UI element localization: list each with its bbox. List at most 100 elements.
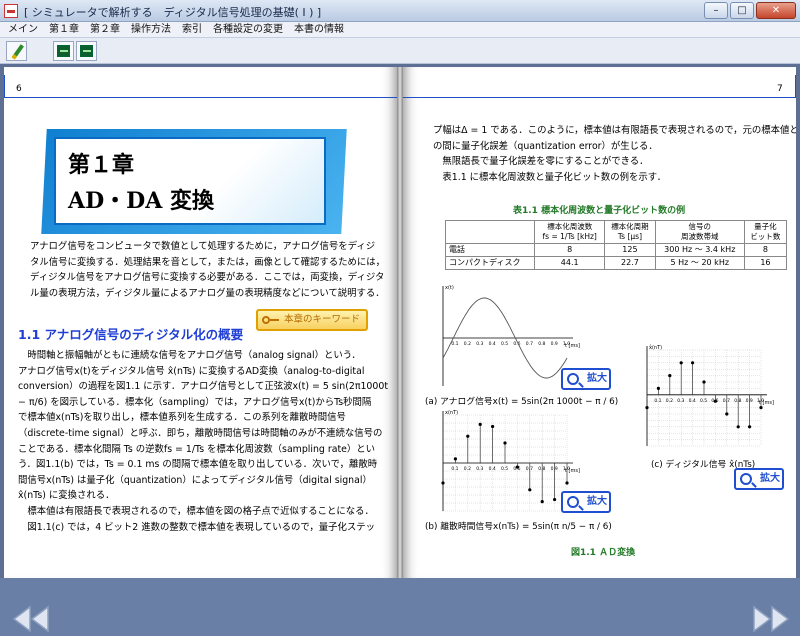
prev-page-button[interactable] (10, 605, 54, 633)
data-point (441, 481, 445, 485)
page-rule (403, 97, 796, 98)
chip-icon (57, 45, 70, 57)
zoom-button-c[interactable]: 拡大 (734, 468, 784, 490)
pen-icon (12, 44, 24, 59)
simulator-button-1[interactable] (53, 41, 74, 61)
table-row: 電話 8 125 300 Hz 〜 3.4 kHz 8 (444, 243, 788, 257)
x-tick-label: 0.9 (551, 341, 558, 347)
page-rule (4, 97, 397, 98)
data-point (702, 380, 706, 384)
data-point (713, 399, 717, 403)
x-tick-label: 0.8 (538, 341, 545, 347)
data-point (503, 441, 507, 445)
x-tick-label: 0.1 (654, 398, 661, 404)
magnifier-icon (567, 496, 579, 508)
x-tick-label: 0.3 (476, 341, 483, 347)
data-point (679, 361, 683, 365)
x-tick-label: 0.5 (501, 466, 508, 472)
caption-b: (b) 離散時間信号x(nTs) = 5sin(π n/5 − π / 6) (425, 522, 612, 532)
body-paragraph: 時間軸と振幅軸がともに連続な信号をアナログ信号（analog signal）とい… (18, 350, 388, 533)
data-point (759, 406, 763, 410)
page-marker (795, 75, 796, 97)
data-point (491, 424, 495, 429)
x-tick-label: 0.9 (551, 466, 558, 472)
x-tick-label: 0.3 (677, 398, 684, 404)
menu-settings[interactable]: 各種設定の変更 (213, 22, 283, 37)
page-marker (4, 75, 5, 97)
data-point (528, 488, 532, 492)
x-tick-label: 0.9 (746, 398, 753, 404)
chapter-keywords-button[interactable]: 本章のキーワード (256, 309, 368, 331)
data-point (553, 497, 557, 502)
data-point (565, 481, 569, 485)
close-button[interactable]: ✕ (756, 2, 796, 19)
chapter-number: 第１章 (68, 152, 135, 178)
menu-bar: メイン 第１章 第２章 操作方法 索引 各種設定の変更 本書の情報 (0, 22, 800, 38)
menu-operation[interactable]: 操作方法 (131, 22, 171, 37)
x-tick-label: 1.0 (563, 466, 570, 472)
minimize-button[interactable]: – (704, 2, 728, 19)
x-tick-label: 0.4 (489, 466, 496, 472)
data-point (645, 406, 649, 410)
table-row: コンパクトディスク 44.1 22.7 5 Hz 〜 20 kHz 16 (444, 256, 788, 270)
double-arrow-left-icon (12, 605, 49, 633)
menu-main[interactable]: メイン (8, 22, 38, 37)
caption-a: (a) アナログ信号x(t) = 5sin(2π 1000t − π / 6) (425, 397, 619, 407)
app-icon (4, 4, 18, 18)
zoom-button-a[interactable]: 拡大 (561, 368, 611, 390)
chapter-banner: 第１章 AD・DA 変換 (54, 137, 326, 225)
magnifier-icon (740, 473, 752, 485)
data-point (748, 425, 752, 429)
x-tick-label: 0.1 (451, 466, 458, 472)
pen-tool-button[interactable] (6, 41, 27, 61)
x-tick-label: 0.2 (464, 466, 471, 472)
chapter-title: AD・DA 変換 (68, 188, 214, 214)
x-tick-label: 0.2 (464, 341, 471, 347)
window-title: [ シミュレータで解析する ディジタル信号処理の基礎( I ) ] (24, 6, 322, 19)
x-tick-label: 0.3 (476, 466, 483, 472)
data-point (515, 465, 519, 469)
chip-icon (80, 45, 93, 57)
toolbar (0, 38, 800, 64)
y-axis-label: x(t) (445, 285, 454, 291)
table-caption: 表1.1 標本化周波数と量子化ビット数の例 (513, 206, 686, 216)
caption-c: (c) ディジタル信号 x̂(nTs) (651, 460, 756, 470)
data-point (478, 422, 482, 426)
menu-book-info[interactable]: 本書の情報 (294, 22, 344, 37)
data-point (453, 457, 457, 461)
title-bar: [ シミュレータで解析する ディジタル信号処理の基礎( I ) ] – □ ✕ (0, 0, 800, 22)
double-arrow-right-icon (753, 605, 790, 633)
x-tick-label: 0.7 (526, 466, 533, 472)
x-tick-label: 1.0 (757, 398, 764, 404)
zoom-button-b[interactable]: 拡大 (561, 491, 611, 513)
intro-paragraph: アナログ信号をコンピュータで数値として処理するために，アナログ信号をディジ タル… (30, 241, 386, 299)
data-point (691, 361, 695, 365)
y-axis-label: x̂(nT) (649, 345, 662, 351)
x-tick-label: 1.0 (563, 341, 570, 347)
data-point (466, 434, 470, 438)
x-tick-label: 0.2 (666, 398, 673, 404)
figure-title: 図1.1 ＡＤ変換 (571, 548, 636, 558)
menu-chapter-2[interactable]: 第２章 (90, 22, 120, 37)
page-number: 7 (777, 84, 783, 94)
section-heading: 1.1 アナログ信号のディジタル化の概要 (18, 327, 244, 342)
data-point (540, 500, 544, 504)
menu-chapter-1[interactable]: 第１章 (49, 22, 79, 37)
page-number: 6 (16, 84, 22, 94)
spec-table: 標本化周波数 fs = 1/Ts [kHz] 標本化周期 Ts [μs] 信号の… (444, 220, 788, 270)
x-tick-label: 0.7 (526, 341, 533, 347)
next-page-button[interactable] (748, 605, 792, 633)
maximize-button[interactable]: □ (730, 2, 754, 19)
x-tick-label: 0.7 (723, 398, 730, 404)
data-point (668, 374, 672, 378)
x-tick-label: 0.8 (734, 398, 741, 404)
simulator-button-2[interactable] (76, 41, 97, 61)
x-tick-label: 0.4 (689, 398, 696, 404)
key-icon (262, 316, 279, 324)
x-tick-label: 0.5 (700, 398, 707, 404)
data-point (656, 386, 660, 390)
x-tick-label: 0.1 (451, 341, 458, 347)
y-axis-label: x(nT) (445, 410, 458, 416)
menu-index[interactable]: 索引 (182, 22, 202, 37)
digital-signal-chart: x̂(nT)t [ms]0.10.20.30.40.50.60.70.80.91… (645, 345, 774, 447)
